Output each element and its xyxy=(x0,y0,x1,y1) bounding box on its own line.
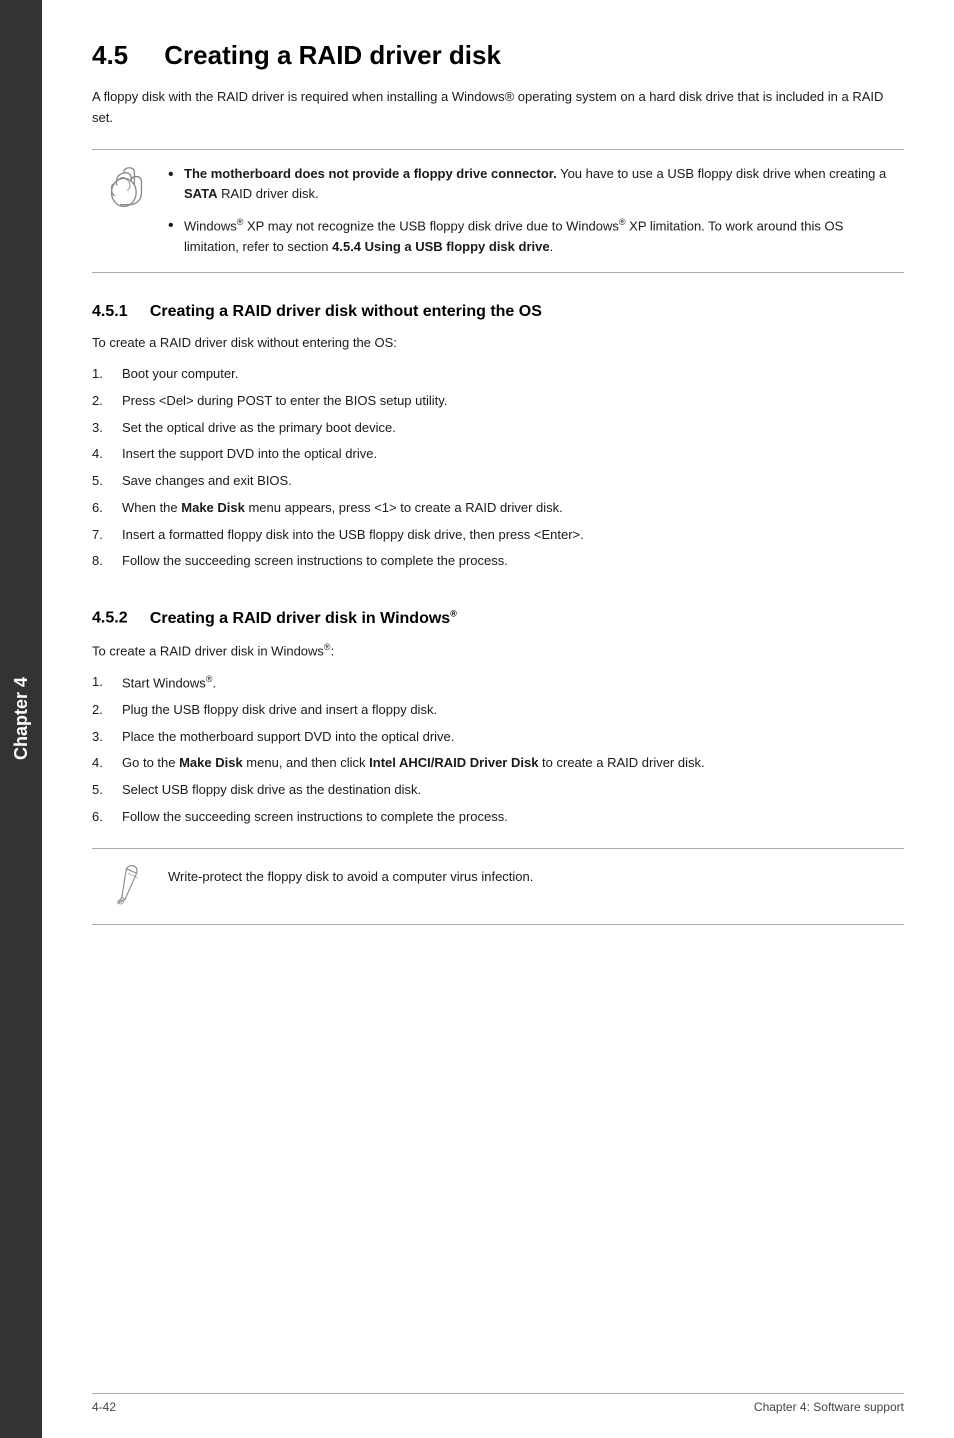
step-text: Plug the USB floppy disk drive and inser… xyxy=(122,700,904,721)
step-text: Boot your computer. xyxy=(122,364,904,385)
note-icon xyxy=(108,863,152,910)
step-num: 4. xyxy=(92,753,122,774)
step-452-4: 4. Go to the Make Disk menu, and then cl… xyxy=(92,753,904,774)
step-text: Press <Del> during POST to enter the BIO… xyxy=(122,391,904,412)
step-text: When the Make Disk menu appears, press <… xyxy=(122,498,904,519)
step-452-3: 3. Place the motherboard support DVD int… xyxy=(92,727,904,748)
subsection-452-title: 4.5.2 Creating a RAID driver disk in Win… xyxy=(92,608,904,627)
notice-item-2: • Windows® XP may not recognize the USB … xyxy=(168,215,888,258)
step-451-5: 5. Save changes and exit BIOS. xyxy=(92,471,904,492)
subsection-452-steps: 1. Start Windows®. 2. Plug the USB flopp… xyxy=(92,672,904,828)
step-text: Insert a formatted floppy disk into the … xyxy=(122,525,904,546)
step-451-4: 4. Insert the support DVD into the optic… xyxy=(92,444,904,465)
subsection-452-heading: Creating a RAID driver disk in Windows® xyxy=(150,610,457,627)
step-num: 6. xyxy=(92,498,122,519)
subsection-451-intro: To create a RAID driver disk without ent… xyxy=(92,333,904,354)
step-text: Follow the succeeding screen instruction… xyxy=(122,551,904,572)
note-box: Write-protect the floppy disk to avoid a… xyxy=(92,848,904,925)
note-text: Write-protect the floppy disk to avoid a… xyxy=(168,863,888,888)
footer-chapter: Chapter 4: Software support xyxy=(754,1400,904,1414)
step-num: 3. xyxy=(92,727,122,748)
step-num: 2. xyxy=(92,391,122,412)
chapter-tab: Chapter 4 xyxy=(0,0,42,1438)
notice-text-2: Windows® XP may not recognize the USB fl… xyxy=(184,215,888,258)
step-text: Set the optical drive as the primary boo… xyxy=(122,418,904,439)
step-text: Select USB floppy disk drive as the dest… xyxy=(122,780,904,801)
subsection-451-heading: Creating a RAID driver disk without ente… xyxy=(150,303,542,320)
notice-content: • The motherboard does not provide a flo… xyxy=(168,164,888,259)
step-451-3: 3. Set the optical drive as the primary … xyxy=(92,418,904,439)
step-text: Insert the support DVD into the optical … xyxy=(122,444,904,465)
subsection-451-steps: 1. Boot your computer. 2. Press <Del> du… xyxy=(92,364,904,572)
step-451-1: 1. Boot your computer. xyxy=(92,364,904,385)
step-451-8: 8. Follow the succeeding screen instruct… xyxy=(92,551,904,572)
section-title: 4.5 Creating a RAID driver disk xyxy=(92,40,904,71)
subsection-452: 4.5.2 Creating a RAID driver disk in Win… xyxy=(92,608,904,925)
step-num: 5. xyxy=(92,471,122,492)
step-num: 1. xyxy=(92,364,122,385)
section-heading: Creating a RAID driver disk xyxy=(164,40,501,70)
subsection-451: 4.5.1 Creating a RAID driver disk withou… xyxy=(92,303,904,572)
step-num: 8. xyxy=(92,551,122,572)
subsection-451-number: 4.5.1 xyxy=(92,303,128,320)
step-451-6: 6. When the Make Disk menu appears, pres… xyxy=(92,498,904,519)
step-text: Save changes and exit BIOS. xyxy=(122,471,904,492)
notice-box: • The motherboard does not provide a flo… xyxy=(92,149,904,274)
bullet-2: • xyxy=(168,215,184,237)
step-451-7: 7. Insert a formatted floppy disk into t… xyxy=(92,525,904,546)
notice-icon xyxy=(108,166,152,213)
section-intro: A floppy disk with the RAID driver is re… xyxy=(92,87,904,129)
step-num: 6. xyxy=(92,807,122,828)
step-452-6: 6. Follow the succeeding screen instruct… xyxy=(92,807,904,828)
step-text: Place the motherboard support DVD into t… xyxy=(122,727,904,748)
step-text: Start Windows®. xyxy=(122,672,904,694)
step-451-2: 2. Press <Del> during POST to enter the … xyxy=(92,391,904,412)
step-text: Go to the Make Disk menu, and then click… xyxy=(122,753,904,774)
step-num: 3. xyxy=(92,418,122,439)
footer-page-number: 4-42 xyxy=(92,1400,116,1414)
chapter-tab-label: Chapter 4 xyxy=(11,677,32,760)
section-number: 4.5 xyxy=(92,40,128,70)
step-num: 2. xyxy=(92,700,122,721)
step-452-5: 5. Select USB floppy disk drive as the d… xyxy=(92,780,904,801)
step-text: Follow the succeeding screen instruction… xyxy=(122,807,904,828)
step-num: 7. xyxy=(92,525,122,546)
step-num: 4. xyxy=(92,444,122,465)
subsection-452-number: 4.5.2 xyxy=(92,610,128,627)
bullet-1: • xyxy=(168,164,184,186)
step-452-1: 1. Start Windows®. xyxy=(92,672,904,694)
subsection-451-title: 4.5.1 Creating a RAID driver disk withou… xyxy=(92,303,904,321)
step-452-2: 2. Plug the USB floppy disk drive and in… xyxy=(92,700,904,721)
step-num: 1. xyxy=(92,672,122,693)
subsection-452-intro: To create a RAID driver disk in Windows®… xyxy=(92,640,904,662)
main-content: 4.5 Creating a RAID driver disk A floppy… xyxy=(42,0,954,1438)
footer-bar: 4-42 Chapter 4: Software support xyxy=(92,1393,904,1414)
step-num: 5. xyxy=(92,780,122,801)
notice-item-1: • The motherboard does not provide a flo… xyxy=(168,164,888,206)
notice-text-1: The motherboard does not provide a flopp… xyxy=(184,164,888,206)
